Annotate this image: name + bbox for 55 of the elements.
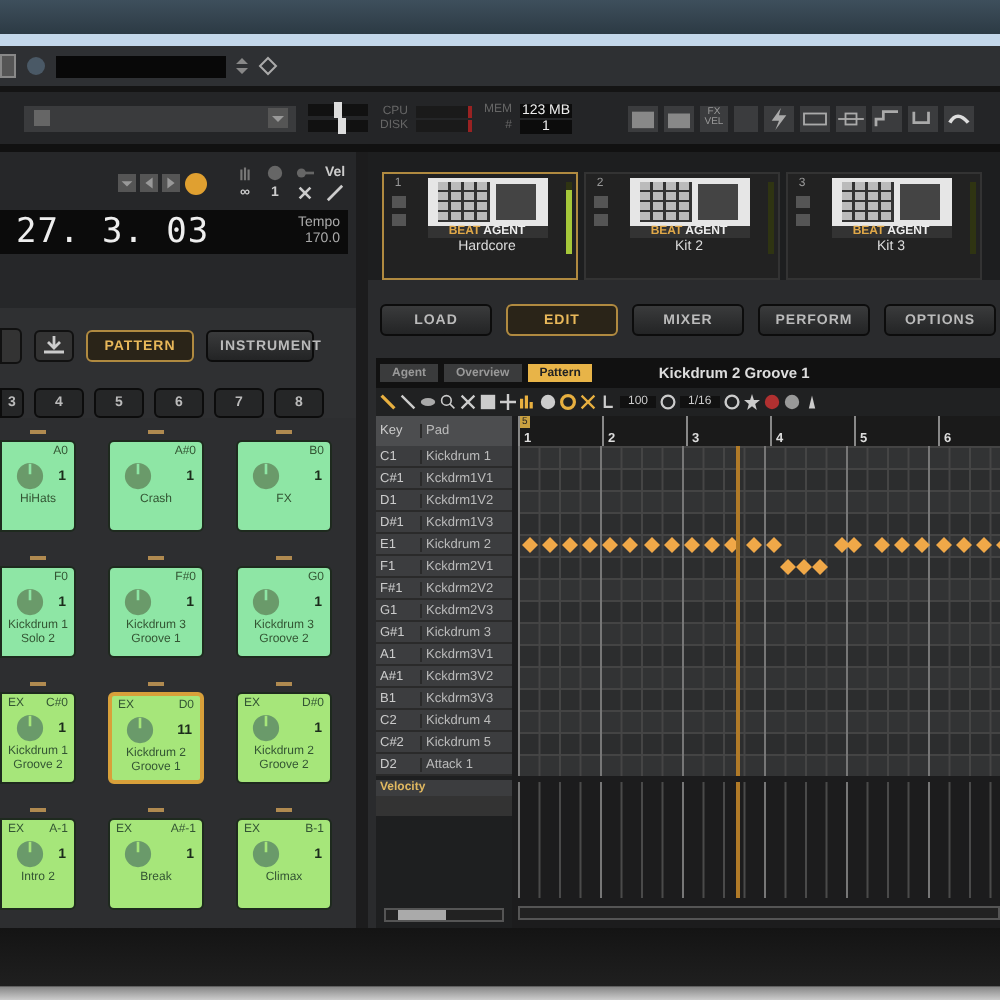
knob-icon[interactable]	[252, 840, 280, 868]
pad-grid-icon	[438, 182, 490, 222]
mute-button[interactable]	[391, 196, 405, 208]
mute-button[interactable]	[593, 196, 607, 208]
pad-grid-icon	[640, 182, 692, 222]
line-icon[interactable]	[326, 184, 344, 202]
knob-icon[interactable]	[16, 840, 44, 868]
knob-icon[interactable]	[124, 840, 152, 868]
disk-meter	[416, 119, 472, 131]
knob-icon[interactable]	[124, 588, 152, 616]
note-grid[interactable]	[518, 446, 1000, 776]
search-icon[interactable]	[440, 394, 456, 410]
next-icon[interactable]	[162, 174, 180, 192]
lightning-icon[interactable]	[764, 105, 794, 131]
bars-icon[interactable]	[520, 394, 536, 410]
note-drawing[interactable]	[522, 537, 1000, 575]
slider[interactable]	[308, 120, 368, 132]
diamond-icon[interactable]	[258, 56, 278, 76]
scrollbar[interactable]	[518, 906, 1000, 920]
knob-icon[interactable]	[124, 462, 152, 490]
solo-button[interactable]	[391, 214, 405, 226]
knob-icon[interactable]	[252, 714, 280, 742]
dropdown-icon[interactable]	[268, 108, 288, 128]
input-field[interactable]	[56, 55, 226, 77]
download-icon	[42, 336, 66, 356]
knob-icon[interactable]	[16, 462, 44, 490]
scrollbar[interactable]	[384, 908, 504, 922]
velocity-lane-background	[376, 796, 512, 816]
solo-button[interactable]	[795, 214, 809, 226]
mute-button[interactable]	[795, 196, 809, 208]
slider-thumb[interactable]	[334, 102, 342, 118]
pad-grid-icon	[842, 182, 894, 222]
slider-thumb[interactable]	[338, 118, 347, 134]
knob-icon[interactable]	[16, 588, 44, 616]
export-button[interactable]	[34, 330, 74, 362]
knob-icon[interactable]	[16, 714, 44, 742]
position-readout: 27. 3. 03	[16, 212, 210, 252]
toolbar-button[interactable]	[0, 54, 16, 78]
close-icon[interactable]	[460, 394, 476, 410]
box-icon[interactable]	[480, 394, 496, 410]
knob-icon[interactable]	[252, 462, 280, 490]
knob-icon[interactable]	[252, 588, 280, 616]
knob-icon[interactable]	[126, 716, 154, 744]
solo-button[interactable]	[593, 214, 607, 226]
close-icon[interactable]	[296, 184, 314, 202]
slider[interactable]	[308, 104, 368, 116]
cpu-meter	[416, 105, 472, 117]
move-icon[interactable]	[500, 394, 516, 410]
dropdown-icon[interactable]	[118, 174, 136, 192]
velocity-grid[interactable]	[518, 782, 992, 898]
previous-icon[interactable]	[140, 174, 158, 192]
star-icon[interactable]	[743, 394, 760, 410]
playhead-line	[736, 782, 740, 898]
spin-arrows-icon[interactable]	[236, 56, 248, 76]
preset-field[interactable]	[24, 105, 296, 131]
